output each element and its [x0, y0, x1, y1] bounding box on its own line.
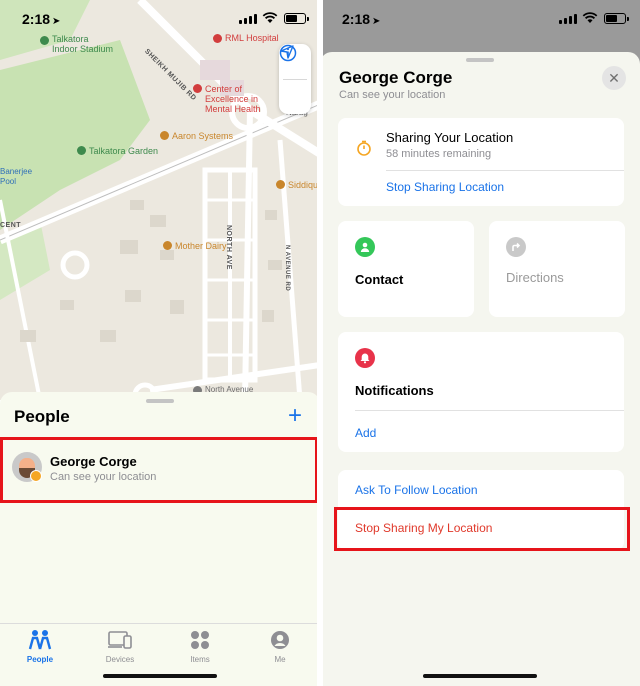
find-my-people-screen: Talkatora Indoor Stadium RML Hospital SH… [0, 0, 320, 686]
sharing-title: Sharing Your Location [386, 130, 514, 145]
map-label-stadium: Talkatora Indoor Stadium [52, 34, 114, 54]
detail-subtitle: Can see your location [339, 89, 446, 101]
garden-pin-icon [77, 146, 86, 155]
contact-label: Contact [355, 272, 404, 287]
map-view[interactable]: Talkatora Indoor Stadium RML Hospital SH… [0, 0, 320, 400]
directions-icon [506, 237, 526, 257]
siddiqui-pin-icon [276, 180, 285, 189]
tab-me[interactable]: Me [240, 624, 320, 686]
cellular-signal-icon [239, 14, 257, 24]
ask-to-follow-location-link[interactable]: Ask To Follow Location [355, 483, 478, 497]
add-notification-link[interactable]: Add [355, 426, 376, 440]
wifi-icon [262, 12, 278, 23]
sheet-grabber[interactable] [466, 58, 494, 62]
bell-icon [355, 348, 375, 368]
map-label-center: Center of Excellence in Mental Health [205, 84, 261, 114]
plus-icon[interactable]: + [288, 404, 302, 428]
person-detail-sheet: George Corge Can see your location ✕ Sha… [320, 52, 640, 686]
sharing-remaining: 58 minutes remaining [386, 148, 492, 160]
devices-icon [108, 631, 132, 649]
notifications-card: Notifications Add [338, 332, 624, 452]
directions-card: Directions [489, 221, 625, 317]
contact-icon [355, 237, 375, 257]
battery-icon [284, 13, 309, 24]
tab-devices-label: Devices [105, 655, 135, 664]
location-arrow-icon: ➤ [372, 16, 381, 27]
map-locate-button[interactable] [279, 45, 311, 115]
tab-people-label: People [26, 655, 54, 664]
stadium-pin-icon [40, 36, 49, 45]
people-icon [28, 630, 52, 650]
home-indicator [103, 674, 217, 678]
cellular-signal-icon [559, 14, 577, 24]
status-bar: 2:18 ➤ [320, 0, 640, 36]
map-label-north-ave: NORTH AVE [225, 225, 232, 270]
detail-name: George Corge [339, 68, 453, 87]
tab-me-label: Me [274, 655, 286, 664]
location-arrow-icon: ➤ [52, 16, 61, 27]
me-icon [271, 631, 289, 649]
map-label-n-avenue-rd: N AVENUE RD [284, 245, 290, 292]
people-title: People [14, 407, 70, 426]
notifications-title: Notifications [355, 383, 434, 398]
aaron-pin-icon [160, 131, 169, 140]
sharing-location-card: Sharing Your Location 58 minutes remaini… [338, 118, 624, 206]
wifi-icon [582, 12, 598, 23]
map-label-banerjee: Banerjee Pool [0, 167, 33, 186]
items-icon [191, 631, 209, 649]
map-label-garden: Talkatora Garden [89, 146, 159, 156]
map-label-mother-dairy: Mother Dairy [175, 241, 227, 251]
close-icon[interactable]: ✕ [602, 66, 626, 90]
status-bar: 2:18 ➤ [0, 0, 320, 36]
status-time: 2:18 ➤ [342, 11, 381, 27]
map-label-cent: CENT [0, 222, 22, 229]
sheet-grabber[interactable] [146, 399, 174, 403]
tab-items-label: Items [190, 655, 210, 664]
map-label-aaron: Aaron Systems [172, 131, 234, 141]
mother-dairy-pin-icon [163, 241, 172, 250]
contact-card[interactable]: Contact [338, 221, 474, 317]
highlight-box-stop-sharing [334, 507, 630, 551]
person-detail-screen: 2:18 ➤ George Corge Can see your location… [320, 0, 640, 686]
battery-icon [604, 13, 629, 24]
screenshot-divider [317, 0, 323, 686]
home-indicator [423, 674, 537, 678]
tab-people[interactable]: People [0, 624, 80, 686]
status-time: 2:18 ➤ [22, 11, 61, 27]
map-controls [279, 44, 311, 114]
timer-icon [357, 140, 371, 156]
highlight-box-person [0, 437, 318, 503]
map-label-siddiqui: Siddiqui [288, 180, 320, 190]
center-pin-icon [193, 84, 202, 93]
location-arrow-icon [280, 45, 294, 59]
directions-label: Directions [506, 270, 564, 285]
stop-sharing-location-link[interactable]: Stop Sharing Location [386, 180, 504, 194]
